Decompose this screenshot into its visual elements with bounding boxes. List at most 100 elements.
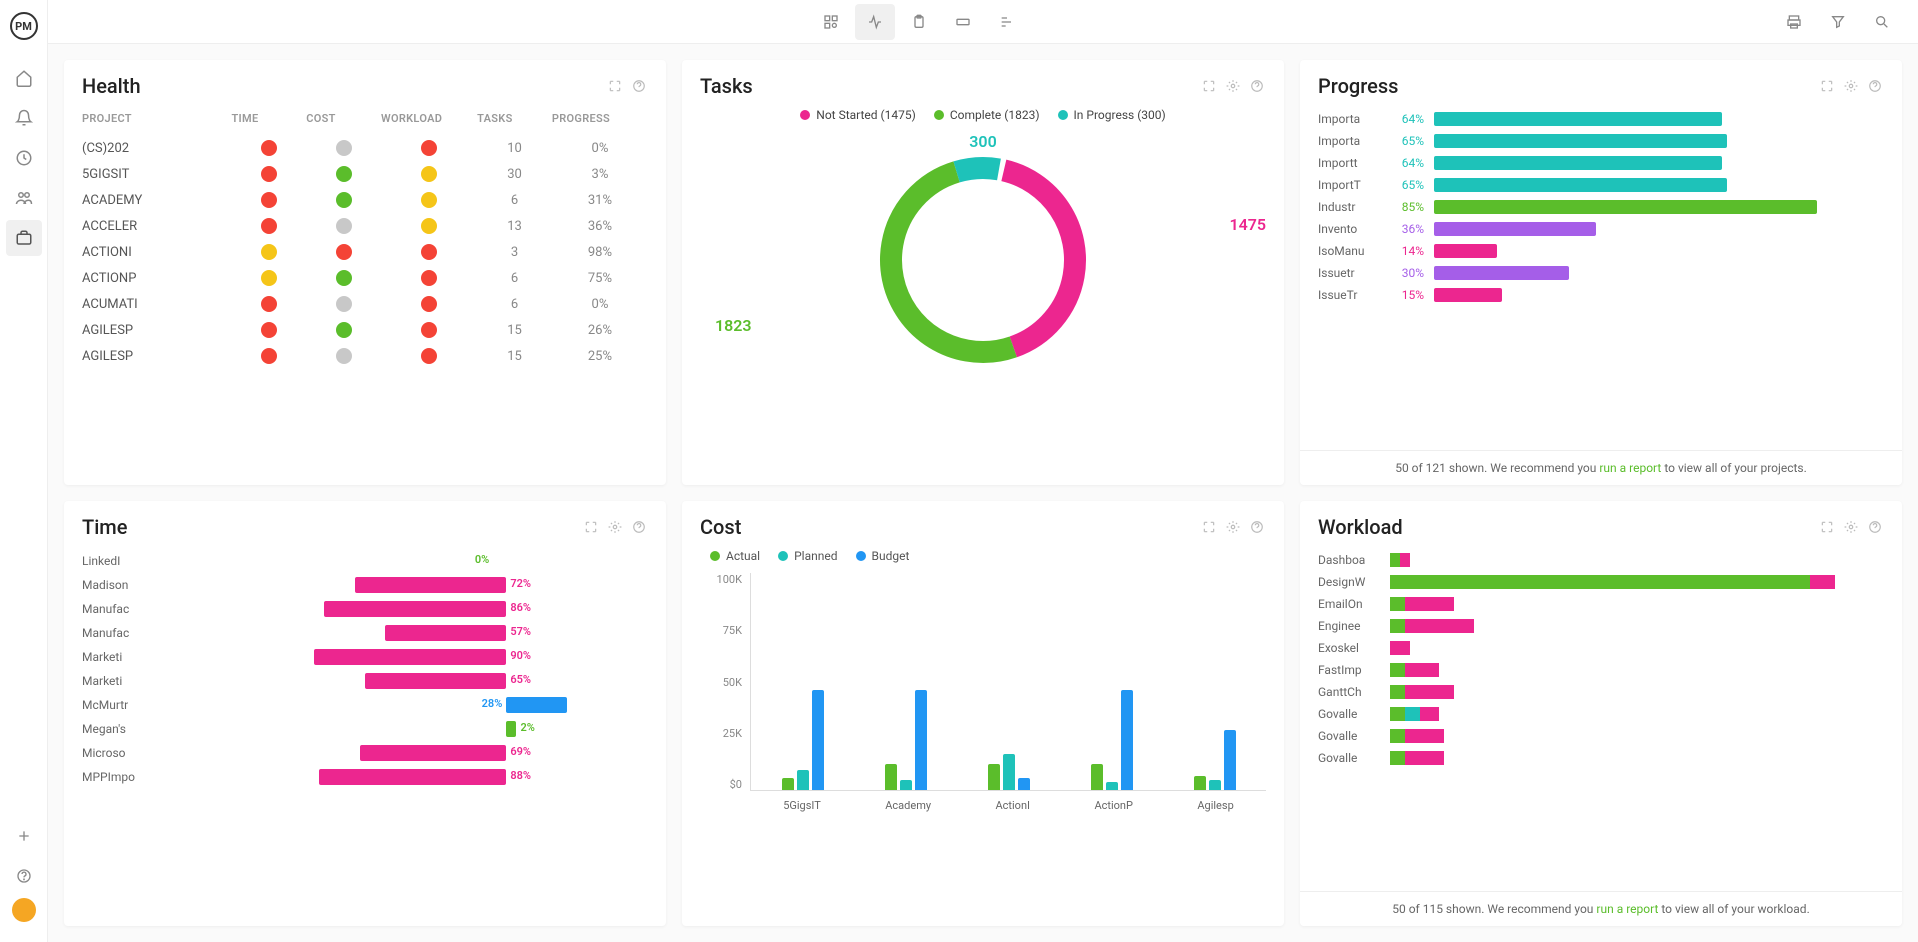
gear-icon[interactable]	[1224, 77, 1242, 95]
progress-widget: Progress Importa64%Importa65%Importt64%I…	[1300, 60, 1902, 485]
workload-row[interactable]: Govalle	[1318, 703, 1884, 725]
time-row[interactable]: Marketi65%	[82, 669, 648, 693]
health-row[interactable]: ACTIONI398%	[82, 239, 648, 265]
health-row[interactable]: AGILESP1525%	[82, 343, 648, 369]
cost-bar-chart: 100K75K50K25K$0 5GigsITAcademyActionIAct…	[700, 573, 1266, 813]
expand-icon[interactable]	[1200, 518, 1218, 536]
time-bar	[365, 673, 507, 689]
expand-icon[interactable]	[1818, 77, 1836, 95]
tasks-widget: Tasks Not Started (1475)Complete (1823)I…	[682, 60, 1284, 485]
time-row[interactable]: Manufac57%	[82, 621, 648, 645]
sidebar: PM	[0, 0, 48, 942]
time-row[interactable]: Madison72%	[82, 573, 648, 597]
workload-row[interactable]: Govalle	[1318, 747, 1884, 769]
workload-segment	[1405, 619, 1474, 633]
status-dot	[261, 270, 277, 286]
progress-row[interactable]: Importt64%	[1318, 152, 1884, 174]
help-icon[interactable]	[6, 858, 42, 894]
progress-pct: 64%	[1388, 156, 1424, 170]
workload-segment	[1390, 553, 1400, 567]
expand-icon[interactable]	[606, 77, 624, 95]
filter-icon[interactable]	[1818, 4, 1858, 40]
status-dot	[261, 244, 277, 260]
progress-row[interactable]: IssueTr15%	[1318, 284, 1884, 306]
health-row[interactable]: ACTIONP675%	[82, 265, 648, 291]
print-icon[interactable]	[1774, 4, 1814, 40]
health-row[interactable]: ACCELER1336%	[82, 213, 648, 239]
gear-icon[interactable]	[1224, 518, 1242, 536]
help-circle-icon[interactable]	[630, 518, 648, 536]
time-row[interactable]: LinkedI0%	[82, 549, 648, 573]
overview-icon[interactable]	[811, 4, 851, 40]
progress-row[interactable]: Issuetr30%	[1318, 262, 1884, 284]
help-circle-icon[interactable]	[1248, 77, 1266, 95]
time-row[interactable]: Manufac86%	[82, 597, 648, 621]
workload-row[interactable]: GanttCh	[1318, 681, 1884, 703]
health-row[interactable]: AGILESP1526%	[82, 317, 648, 343]
progress-row[interactable]: Industr85%	[1318, 196, 1884, 218]
workload-row[interactable]: Dashboa	[1318, 549, 1884, 571]
help-circle-icon[interactable]	[1866, 518, 1884, 536]
clipboard-icon[interactable]	[899, 4, 939, 40]
project-label: McMurtr	[82, 698, 142, 712]
expand-icon[interactable]	[582, 518, 600, 536]
workload-row[interactable]: Exoskel	[1318, 637, 1884, 659]
progress-row[interactable]: ImportT65%	[1318, 174, 1884, 196]
progress-row[interactable]: IsoManu14%	[1318, 240, 1884, 262]
app-logo[interactable]: PM	[10, 12, 38, 40]
progress-row[interactable]: Importa65%	[1318, 130, 1884, 152]
health-row[interactable]: 5GIGSIT303%	[82, 161, 648, 187]
run-report-link[interactable]: run a report	[1596, 902, 1658, 916]
time-bar	[355, 577, 507, 593]
time-row[interactable]: McMurtr28%	[82, 693, 648, 717]
status-dot	[336, 244, 352, 260]
help-circle-icon[interactable]	[1248, 518, 1266, 536]
project-label: Issuetr	[1318, 266, 1378, 280]
workload-row[interactable]: Govalle	[1318, 725, 1884, 747]
gear-icon[interactable]	[1842, 77, 1860, 95]
roadmap-icon[interactable]	[987, 4, 1027, 40]
users-icon[interactable]	[6, 180, 42, 216]
workload-row[interactable]: EmailOn	[1318, 593, 1884, 615]
expand-icon[interactable]	[1200, 77, 1218, 95]
health-row[interactable]: (CS)202100%	[82, 135, 648, 161]
gear-icon[interactable]	[1842, 518, 1860, 536]
progress-row[interactable]: Invento36%	[1318, 218, 1884, 240]
workload-segment	[1390, 575, 1810, 589]
activity-icon[interactable]	[855, 4, 895, 40]
dashboard-grid: Health PROJECTTIMECOSTWORKLOADTASKSPROGR…	[48, 44, 1918, 942]
run-report-link[interactable]: run a report	[1599, 461, 1661, 475]
project-label: Dashboa	[1318, 553, 1380, 567]
progress-row[interactable]: Importa64%	[1318, 108, 1884, 130]
gear-icon[interactable]	[606, 518, 624, 536]
home-icon[interactable]	[6, 60, 42, 96]
help-circle-icon[interactable]	[1866, 77, 1884, 95]
user-avatar[interactable]	[12, 898, 36, 922]
project-label: Megan's	[82, 722, 142, 736]
workload-row[interactable]: Enginee	[1318, 615, 1884, 637]
status-dot	[421, 322, 437, 338]
time-row[interactable]: Marketi90%	[82, 645, 648, 669]
time-row[interactable]: MPPImpo88%	[82, 765, 648, 789]
workload-row[interactable]: FastImp	[1318, 659, 1884, 681]
status-dot	[336, 166, 352, 182]
progress-pct: 36%	[1388, 222, 1424, 236]
widget-title: Tasks	[700, 74, 753, 98]
search-icon[interactable]	[1862, 4, 1902, 40]
help-circle-icon[interactable]	[630, 77, 648, 95]
expand-icon[interactable]	[1818, 518, 1836, 536]
health-row[interactable]: ACUMATI60%	[82, 291, 648, 317]
time-row[interactable]: Microso69%	[82, 741, 648, 765]
time-pct: 90%	[510, 649, 531, 662]
clock-icon[interactable]	[6, 140, 42, 176]
widget-title: Time	[82, 515, 127, 539]
health-row[interactable]: ACADEMY631%	[82, 187, 648, 213]
workload-segment	[1420, 707, 1440, 721]
briefcase-icon[interactable]	[6, 220, 42, 256]
workload-row[interactable]: DesignW	[1318, 571, 1884, 593]
bell-icon[interactable]	[6, 100, 42, 136]
x-axis-label: 5GigsIT	[783, 799, 821, 812]
time-row[interactable]: Megan's2%	[82, 717, 648, 741]
plus-icon[interactable]	[6, 818, 42, 854]
card-icon[interactable]	[943, 4, 983, 40]
